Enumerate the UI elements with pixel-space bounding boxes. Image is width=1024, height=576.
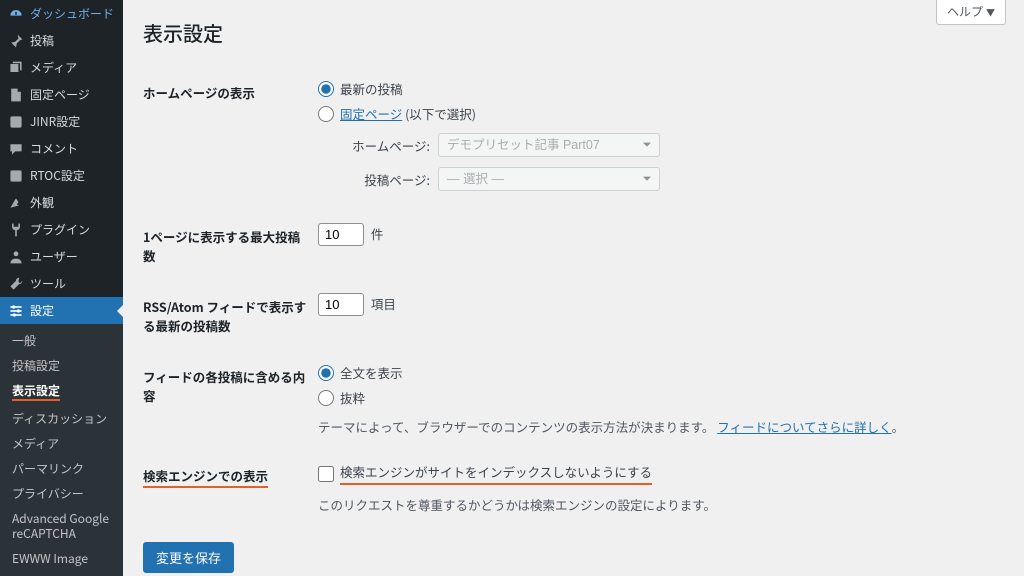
- homepage-select[interactable]: デモプリセット記事 Part07: [438, 133, 660, 157]
- appearance-icon: [8, 195, 24, 211]
- sidebar-item-posts[interactable]: 投稿: [0, 27, 123, 54]
- feed-count-input[interactable]: [318, 293, 364, 316]
- sidebar-item-users[interactable]: ユーザー: [0, 243, 123, 270]
- posts-page-select[interactable]: — 選択 —: [438, 167, 660, 191]
- settings-icon: [8, 303, 24, 319]
- radio-static-page-input[interactable]: [318, 106, 334, 122]
- search-engine-description: このリクエストを尊重するかどうかは検索エンジンの設定によります。: [318, 495, 994, 514]
- sidebar-item-media[interactable]: メディア: [0, 54, 123, 81]
- row-label-search-engine: 検索エンジンでの表示: [143, 450, 318, 528]
- posts-page-select-label: 投稿ページ:: [352, 170, 430, 189]
- help-tab[interactable]: ヘルプ▼: [936, 0, 1006, 25]
- submenu-item-writing[interactable]: 投稿設定: [0, 353, 123, 378]
- row-label-feed-content: フィードの各投稿に含める内容: [143, 351, 318, 450]
- sidebar-item-settings[interactable]: 設定: [0, 297, 123, 324]
- radio-excerpt-input[interactable]: [318, 390, 334, 406]
- sidebar-item-label: RTOC設定: [30, 167, 85, 184]
- sidebar-item-label: ユーザー: [30, 248, 78, 265]
- sidebar-item-label: ツール: [30, 275, 66, 292]
- user-icon: [8, 249, 24, 265]
- sidebar-item-appearance[interactable]: 外観: [0, 189, 123, 216]
- settings-form: ホームページの表示 最新の投稿 固定ページ (以下で選択) ホームページ:: [143, 67, 1004, 528]
- submenu-item-recaptcha[interactable]: Advanced Google reCAPTCHA: [0, 506, 123, 546]
- posts-per-page-unit: 件: [371, 224, 384, 243]
- sidebar-item-rtoc[interactable]: RTOC設定: [0, 162, 123, 189]
- static-page-link[interactable]: 固定ページ: [340, 104, 402, 123]
- homepage-select-row: ホームページ: デモプリセット記事 Part07: [352, 133, 994, 157]
- submit-row: 変更を保存: [143, 542, 1004, 573]
- chevron-down-icon: ▼: [986, 6, 995, 19]
- jinr-icon: [8, 114, 24, 130]
- sidebar-item-label: 設定: [30, 302, 54, 319]
- sidebar-item-dashboard[interactable]: ダッシュボード: [0, 0, 123, 27]
- sidebar-item-label: ダッシュボード: [30, 5, 114, 22]
- sidebar-item-plugins[interactable]: プラグイン: [0, 216, 123, 243]
- sidebar-item-jinr[interactable]: JINR設定: [0, 108, 123, 135]
- submenu-item-permalink[interactable]: パーマリンク: [0, 456, 123, 481]
- submenu-item-media[interactable]: メディア: [0, 431, 123, 456]
- feed-learn-more-link[interactable]: フィードについてさらに詳しく: [717, 417, 891, 436]
- submenu-item-privacy[interactable]: プライバシー: [0, 481, 123, 506]
- posts-page-select-row: 投稿ページ: — 選択 —: [352, 167, 994, 191]
- save-button[interactable]: 変更を保存: [143, 542, 234, 573]
- tool-icon: [8, 276, 24, 292]
- sidebar-menu: ダッシュボード 投稿 メディア 固定ページ JINR設定 コメント RTOC設定: [0, 0, 123, 324]
- sidebar-item-label: 外観: [30, 194, 54, 211]
- submenu-item-reading[interactable]: 表示設定: [0, 378, 123, 406]
- plugin-icon: [8, 222, 24, 238]
- page-icon: [8, 87, 24, 103]
- comment-icon: [8, 141, 24, 157]
- row-label-homepage: ホームページの表示: [143, 67, 318, 211]
- sidebar-item-label: JINR設定: [30, 113, 80, 130]
- submenu-item-ewww[interactable]: EWWW Image: [0, 546, 123, 571]
- posts-per-page-input[interactable]: [318, 223, 364, 246]
- radio-full-text-input[interactable]: [318, 365, 334, 381]
- submenu-item-general[interactable]: 一般: [0, 328, 123, 353]
- radio-latest-posts-input[interactable]: [318, 81, 334, 97]
- sidebar-item-comments[interactable]: コメント: [0, 135, 123, 162]
- feed-count-unit: 項目: [371, 294, 396, 313]
- radio-latest-posts[interactable]: 最新の投稿: [318, 79, 994, 98]
- radio-static-page[interactable]: 固定ページ (以下で選択): [318, 104, 994, 123]
- sidebar-item-pages[interactable]: 固定ページ: [0, 81, 123, 108]
- radio-full-text[interactable]: 全文を表示: [318, 363, 994, 382]
- row-label-feed-count: RSS/Atom フィードで表示する最新の投稿数: [143, 281, 318, 351]
- homepage-select-label: ホームページ:: [352, 136, 430, 155]
- sidebar-item-tools[interactable]: ツール: [0, 270, 123, 297]
- settings-submenu: 一般 投稿設定 表示設定 ディスカッション メディア パーマリンク プライバシー…: [0, 324, 123, 576]
- dashboard-icon: [8, 6, 24, 22]
- media-icon: [8, 60, 24, 76]
- page-title: 表示設定: [143, 12, 1004, 53]
- pin-icon: [8, 33, 24, 49]
- main-content: ヘルプ▼ 表示設定 ホームページの表示 最新の投稿 固定ページ (以下で選択) …: [123, 0, 1024, 576]
- sidebar-item-label: 固定ページ: [30, 86, 90, 103]
- row-label-posts-per-page: 1ページに表示する最大投稿数: [143, 211, 318, 281]
- checkbox-search-engine[interactable]: 検索エンジンがサイトをインデックスしないようにする: [318, 462, 994, 485]
- admin-sidebar: ダッシュボード 投稿 メディア 固定ページ JINR設定 コメント RTOC設定: [0, 0, 123, 576]
- checkbox-search-engine-input[interactable]: [318, 466, 334, 482]
- sidebar-item-label: コメント: [30, 140, 78, 157]
- sidebar-item-label: プラグイン: [30, 221, 90, 238]
- radio-excerpt[interactable]: 抜粋: [318, 388, 994, 407]
- rtoc-icon: [8, 168, 24, 184]
- feed-content-description: テーマによって、ブラウザーでのコンテンツの表示方法が決まります。 フィードについ…: [318, 417, 994, 436]
- sidebar-item-label: 投稿: [30, 32, 54, 49]
- sidebar-item-label: メディア: [30, 59, 77, 76]
- submenu-item-discussion[interactable]: ディスカッション: [0, 406, 123, 431]
- help-label: ヘルプ: [947, 3, 983, 20]
